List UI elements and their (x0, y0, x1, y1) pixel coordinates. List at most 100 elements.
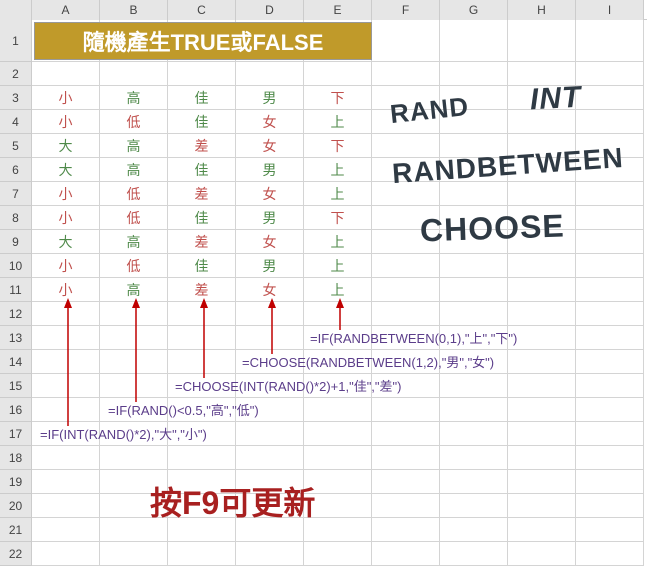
select-all-corner[interactable] (0, 0, 32, 20)
cell-D7[interactable]: 女 (236, 182, 304, 206)
cell-C5[interactable]: 差 (168, 134, 236, 158)
cell-B5[interactable]: 高 (100, 134, 168, 158)
row-header[interactable]: 22 (0, 542, 32, 566)
cell[interactable] (576, 494, 644, 518)
cell-C3[interactable]: 佳 (168, 86, 236, 110)
row-header[interactable]: 21 (0, 518, 32, 542)
cell[interactable] (508, 470, 576, 494)
cell[interactable] (576, 182, 644, 206)
cell[interactable] (576, 422, 644, 446)
cell[interactable] (440, 470, 508, 494)
cell-D10[interactable]: 男 (236, 254, 304, 278)
cell[interactable] (576, 302, 644, 326)
cell[interactable] (372, 398, 440, 422)
cell[interactable] (440, 302, 508, 326)
cell[interactable] (168, 542, 236, 566)
cell[interactable] (372, 20, 440, 62)
cell[interactable] (508, 446, 576, 470)
cell-B10[interactable]: 低 (100, 254, 168, 278)
row-header[interactable]: 12 (0, 302, 32, 326)
cell-B4[interactable]: 低 (100, 110, 168, 134)
cell[interactable] (508, 398, 576, 422)
cell-D8[interactable]: 男 (236, 206, 304, 230)
row-header[interactable]: 7 (0, 182, 32, 206)
cell-C4[interactable]: 佳 (168, 110, 236, 134)
cell[interactable] (372, 470, 440, 494)
cell[interactable] (508, 302, 576, 326)
cell[interactable] (576, 278, 644, 302)
cell[interactable] (576, 206, 644, 230)
cell-E5[interactable]: 下 (304, 134, 372, 158)
row-header[interactable]: 20 (0, 494, 32, 518)
row-header[interactable]: 9 (0, 230, 32, 254)
cell-D4[interactable]: 女 (236, 110, 304, 134)
row-header[interactable]: 14 (0, 350, 32, 374)
cell[interactable] (576, 86, 644, 110)
cell[interactable] (236, 542, 304, 566)
cell[interactable] (372, 278, 440, 302)
cell-D6[interactable]: 男 (236, 158, 304, 182)
cell[interactable] (372, 494, 440, 518)
col-header-F[interactable]: F (372, 0, 440, 20)
row-header[interactable]: 3 (0, 86, 32, 110)
cell[interactable] (576, 446, 644, 470)
row-header[interactable]: 13 (0, 326, 32, 350)
cell[interactable] (440, 398, 508, 422)
cell[interactable] (576, 326, 644, 350)
col-header-G[interactable]: G (440, 0, 508, 20)
row-header[interactable]: 19 (0, 470, 32, 494)
cell[interactable] (508, 350, 576, 374)
cell-E10[interactable]: 上 (304, 254, 372, 278)
cell-B9[interactable]: 高 (100, 230, 168, 254)
row-header[interactable]: 1 (0, 20, 32, 62)
cell[interactable] (508, 518, 576, 542)
cell-D3[interactable]: 男 (236, 86, 304, 110)
cell[interactable] (304, 446, 372, 470)
row-header[interactable]: 8 (0, 206, 32, 230)
cell[interactable] (440, 62, 508, 86)
cell[interactable] (304, 62, 372, 86)
cell-E6[interactable]: 上 (304, 158, 372, 182)
cell[interactable] (576, 374, 644, 398)
cell[interactable] (372, 422, 440, 446)
cell-A7[interactable]: 小 (32, 182, 100, 206)
cell[interactable] (440, 542, 508, 566)
cell[interactable] (440, 20, 508, 62)
cell[interactable] (576, 398, 644, 422)
cell-D9[interactable]: 女 (236, 230, 304, 254)
cell-A6[interactable]: 大 (32, 158, 100, 182)
row-header[interactable]: 15 (0, 374, 32, 398)
row-header[interactable]: 4 (0, 110, 32, 134)
cell[interactable] (304, 542, 372, 566)
cell-C10[interactable]: 佳 (168, 254, 236, 278)
cell-A10[interactable]: 小 (32, 254, 100, 278)
cell[interactable] (304, 398, 372, 422)
cell[interactable] (576, 20, 644, 62)
cell[interactable] (32, 470, 100, 494)
cell-A5[interactable]: 大 (32, 134, 100, 158)
cell[interactable] (304, 422, 372, 446)
cell[interactable] (508, 278, 576, 302)
cell[interactable] (576, 518, 644, 542)
cell[interactable] (32, 494, 100, 518)
col-header-E[interactable]: E (304, 0, 372, 20)
cell-B6[interactable]: 高 (100, 158, 168, 182)
cell-C6[interactable]: 佳 (168, 158, 236, 182)
row-header[interactable]: 16 (0, 398, 32, 422)
cell[interactable] (168, 446, 236, 470)
cell[interactable] (440, 446, 508, 470)
cell[interactable] (576, 62, 644, 86)
cell-C7[interactable]: 差 (168, 182, 236, 206)
cell[interactable] (372, 542, 440, 566)
row-header[interactable]: 5 (0, 134, 32, 158)
row-header[interactable]: 6 (0, 158, 32, 182)
cell[interactable] (100, 542, 168, 566)
cell-B8[interactable]: 低 (100, 206, 168, 230)
cell-B3[interactable]: 高 (100, 86, 168, 110)
cell[interactable] (508, 20, 576, 62)
cell[interactable] (32, 542, 100, 566)
cell[interactable] (576, 110, 644, 134)
col-header-A[interactable]: A (32, 0, 100, 20)
cell-B7[interactable]: 低 (100, 182, 168, 206)
cell[interactable] (576, 470, 644, 494)
